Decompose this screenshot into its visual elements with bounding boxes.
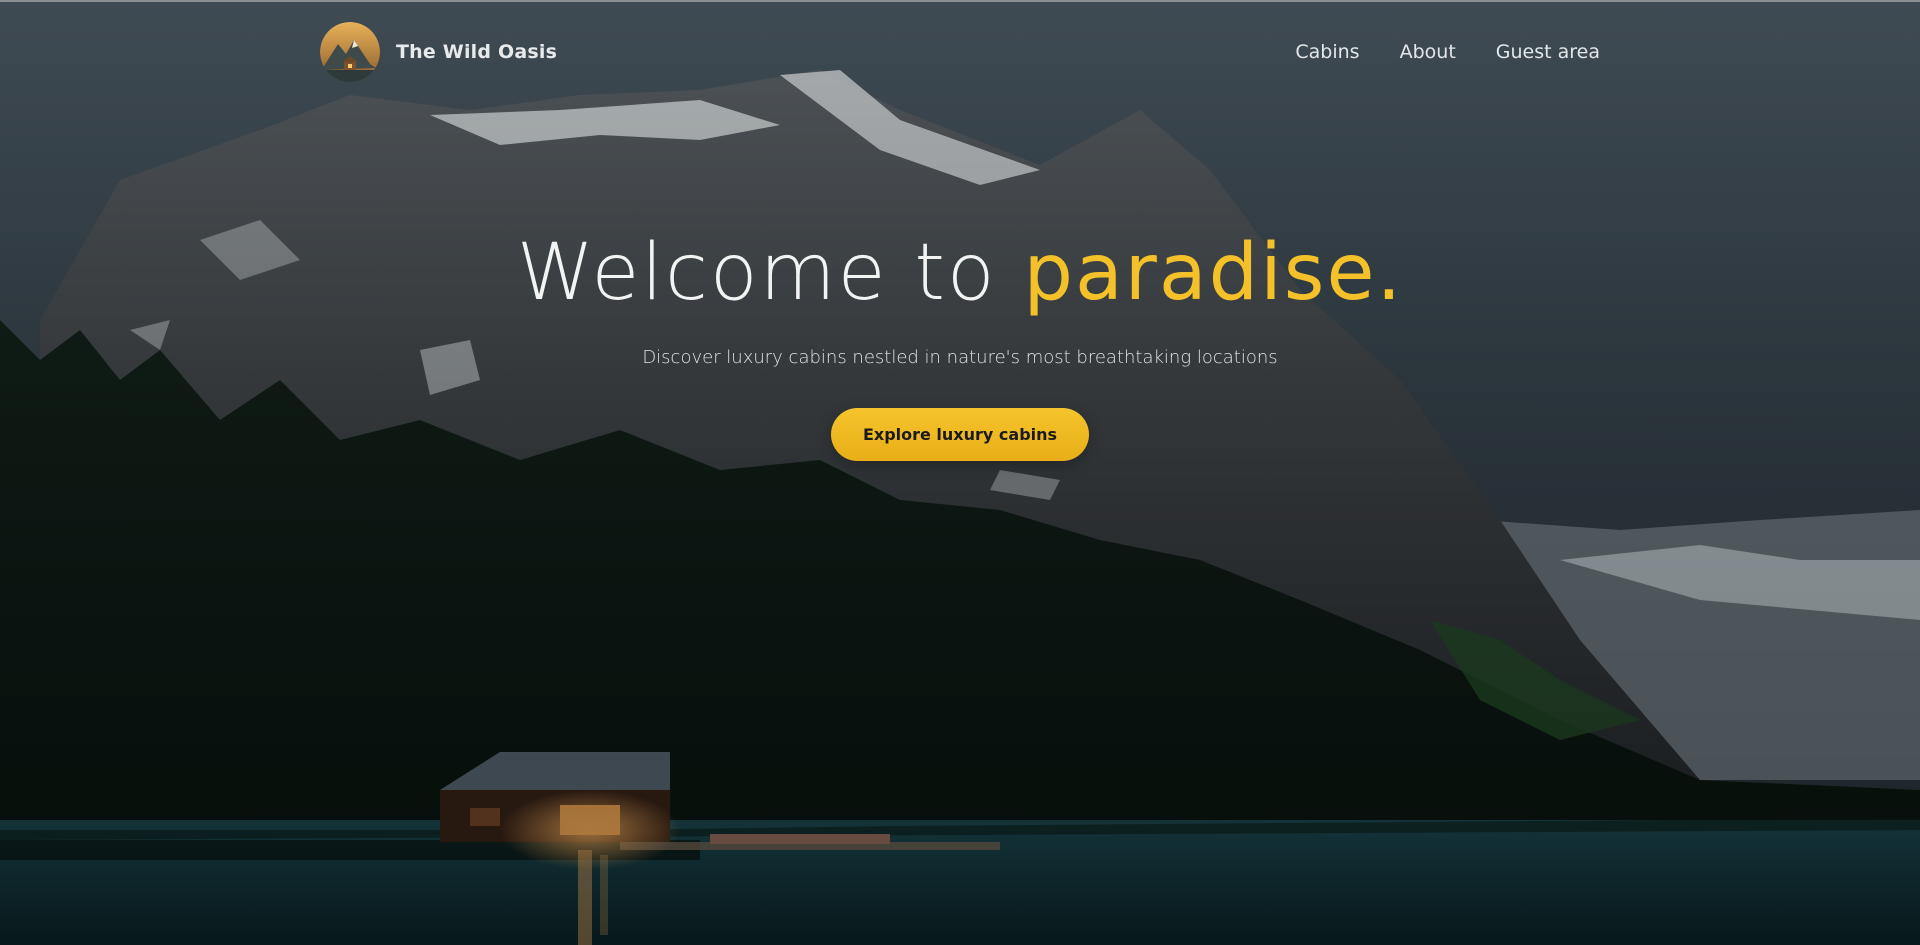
headline-accent: paradise. [1023, 228, 1404, 318]
hero-headline: Welcome to paradise. [0, 225, 1920, 321]
main-navigation: Cabins About Guest area [1295, 41, 1600, 63]
site-header: The Wild Oasis Cabins About Guest area [320, 22, 1600, 82]
nav-link-guest-area[interactable]: Guest area [1496, 41, 1600, 63]
nav-link-about[interactable]: About [1400, 41, 1456, 63]
explore-cabins-button[interactable]: Explore luxury cabins [830, 408, 1090, 461]
mountain-cabin-logo-icon [320, 22, 380, 82]
brand-link[interactable]: The Wild Oasis [320, 22, 557, 82]
hero-subtitle: Discover luxury cabins nestled in nature… [642, 347, 1278, 368]
brand-name: The Wild Oasis [396, 41, 558, 63]
headline-prefix: Welcome to [516, 228, 1024, 318]
nav-link-cabins[interactable]: Cabins [1295, 41, 1359, 63]
hero-overlay [0, 0, 1920, 945]
hero-content: Welcome to paradise. Discover luxury cab… [0, 225, 1920, 461]
top-border [0, 0, 1920, 2]
hero-section: The Wild Oasis Cabins About Guest area W… [0, 0, 1920, 945]
